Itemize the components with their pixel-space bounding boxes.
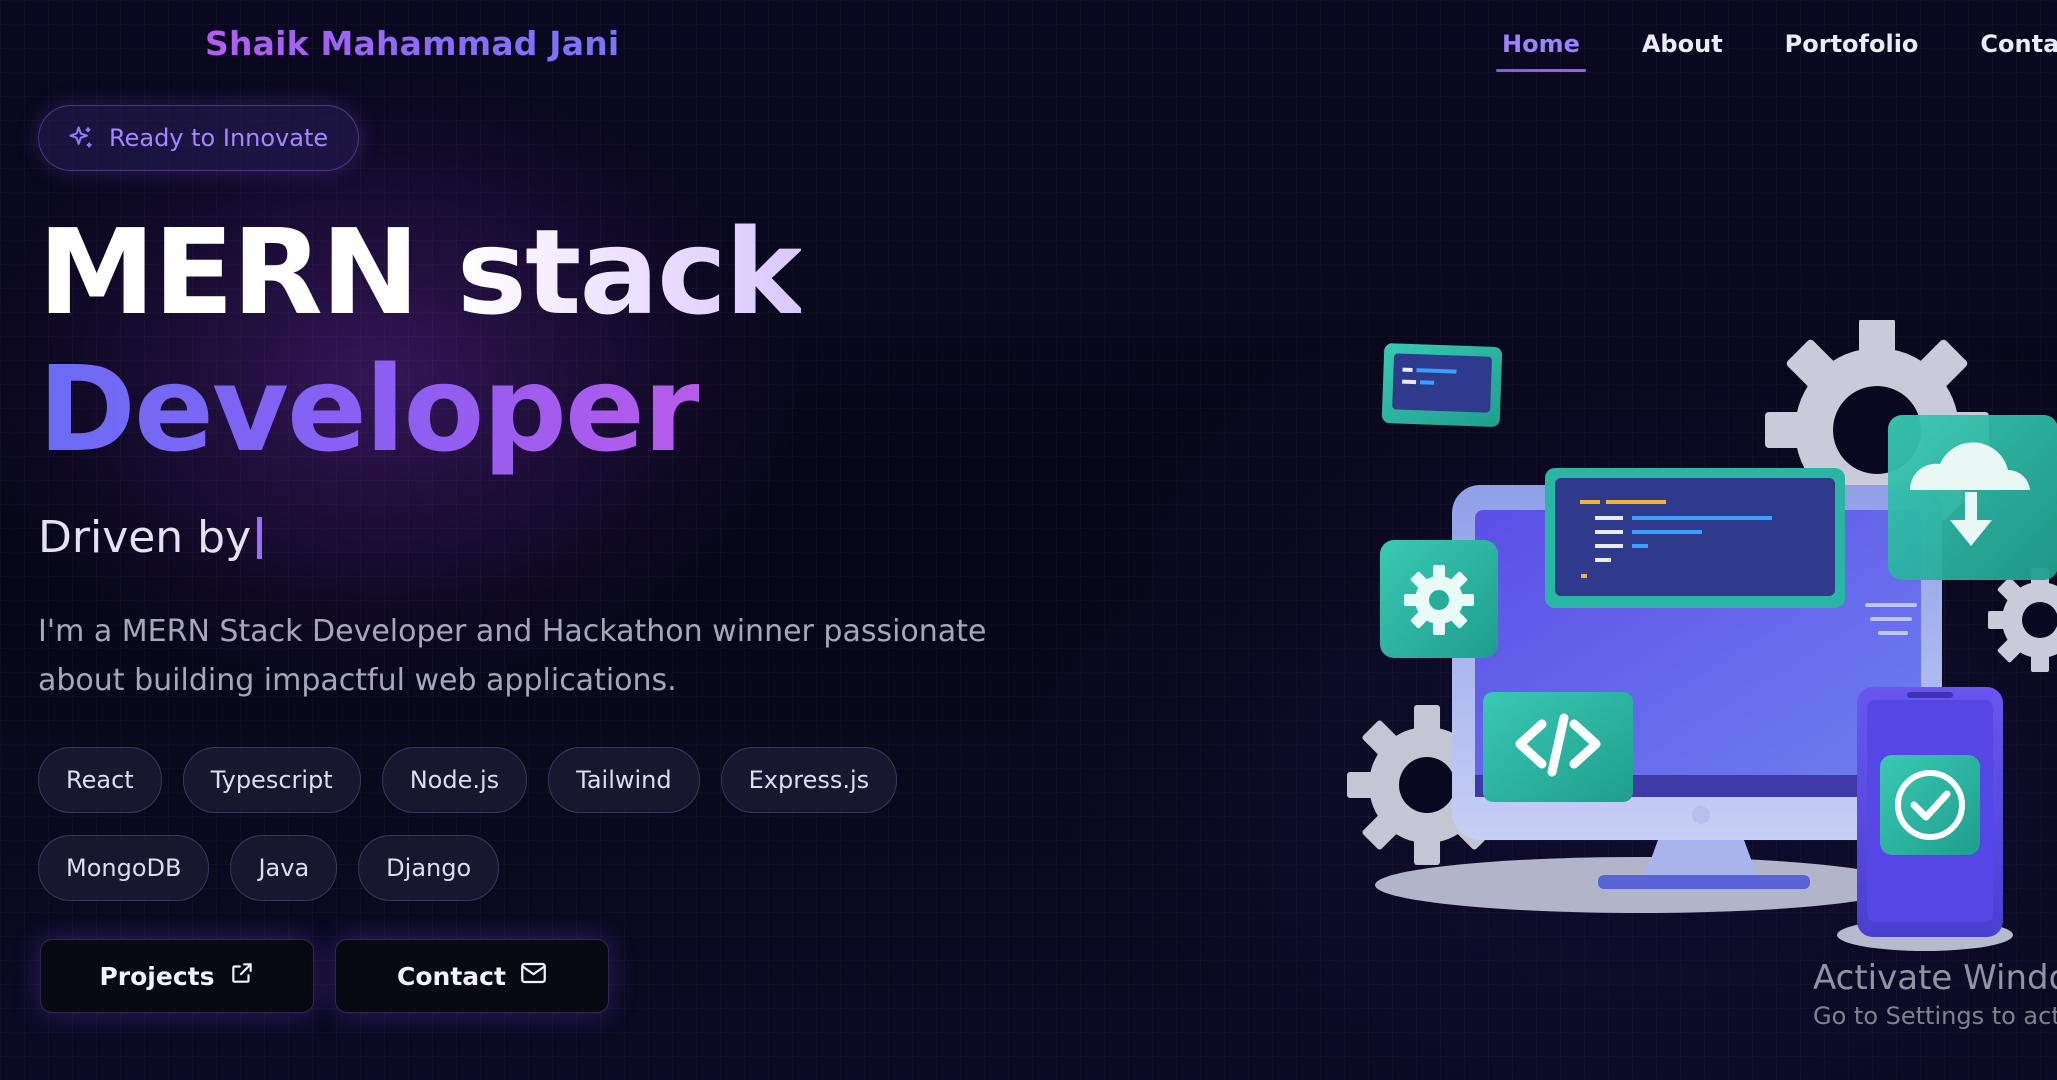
typing-text: Driven by <box>38 512 263 563</box>
tech-tag-typescript: Typescript <box>182 747 361 813</box>
tech-tag-django: Django <box>358 835 500 901</box>
settings-card-icon <box>1380 540 1498 658</box>
main-nav: Home About Portofolio Contact <box>1480 28 2057 72</box>
windows-activation-watermark-subtitle: Go to Settings to acti <box>1813 1002 2057 1030</box>
typing-prefix: Driven by <box>38 512 252 563</box>
code-window-icon <box>1545 468 1845 608</box>
projects-button-label: Projects <box>99 961 215 991</box>
developer-workstation-illustration <box>1347 320 2057 951</box>
tech-tag-java: Java <box>230 835 338 901</box>
tech-tag-expressjs: Express.js <box>720 747 898 813</box>
gear-small-icon <box>1988 568 2057 672</box>
contact-button-label: Contact <box>397 961 506 991</box>
external-link-icon <box>229 960 255 992</box>
nav-item-portfolio[interactable]: Portofolio <box>1775 28 1929 72</box>
tech-tag-tailwind: Tailwind <box>548 747 700 813</box>
mail-icon <box>520 961 547 991</box>
hero-title-word-mern: MERN <box>38 203 420 341</box>
nav-item-contact[interactable]: Contact <box>1970 28 2057 72</box>
contact-button[interactable]: Contact <box>335 939 609 1013</box>
hero-title-line-1: MERN stack <box>38 207 803 338</box>
cloud-download-icon <box>1888 415 2057 580</box>
smartphone-icon <box>1857 687 2003 937</box>
ready-to-innovate-badge: Ready to Innovate <box>38 105 360 171</box>
hero-title-word-stack: stack <box>456 203 804 341</box>
hero-description: I'm a MERN Stack Developer and Hackathon… <box>38 614 987 698</box>
nav-item-about[interactable]: About <box>1632 28 1733 72</box>
brand-logo-link[interactable]: Shaik Mahammad Jani <box>205 24 619 63</box>
projects-button[interactable]: Projects <box>40 939 314 1013</box>
code-tag-icon <box>1483 692 1633 802</box>
hero-title-line-2: Developer <box>38 340 701 478</box>
nav-item-home[interactable]: Home <box>1492 28 1590 72</box>
sparkle-icon <box>67 124 95 152</box>
tech-tag-react: React <box>38 747 162 813</box>
browser-window-icon <box>1381 343 1503 427</box>
portfolio-page: Shaik Mahammad Jani Home About Portofoli… <box>0 0 2057 1080</box>
tech-tag-mongodb: MongoDB <box>38 835 210 901</box>
tech-tags: React Typescript Node.js Tailwind Expres… <box>38 747 998 901</box>
windows-activation-watermark-title: Activate Window <box>1813 958 2057 998</box>
typing-cursor <box>257 516 263 559</box>
badge-label: Ready to Innovate <box>109 124 329 152</box>
tech-tag-nodejs: Node.js <box>381 747 528 813</box>
